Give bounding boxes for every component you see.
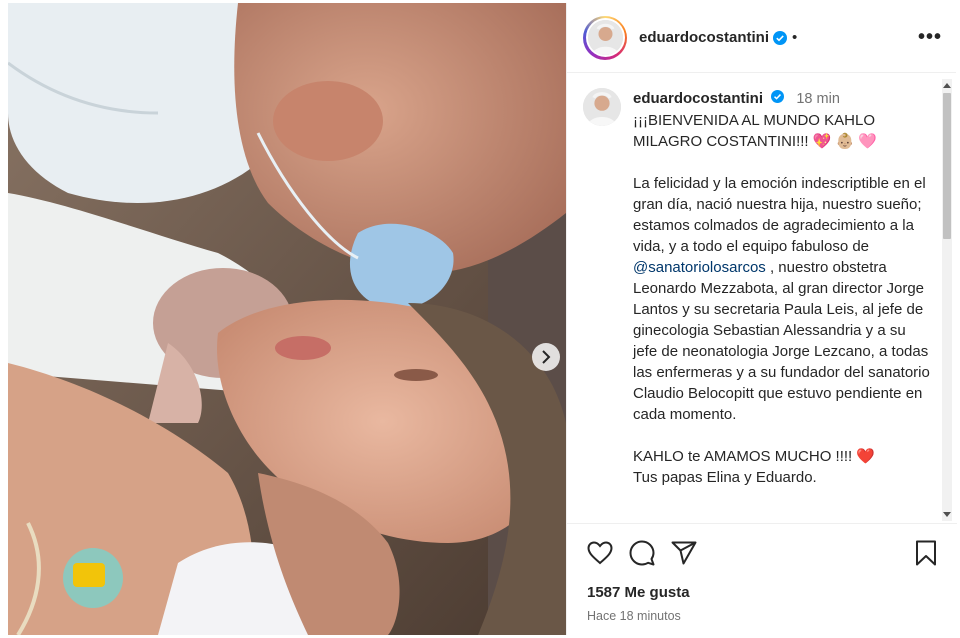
comment-button[interactable]: [627, 540, 657, 570]
separator-dot: •: [792, 29, 798, 46]
post-details-panel: eduardocostantini • ••• eduardocostantin…: [566, 3, 957, 635]
caption-signature: Tus papas Elina y Eduardo.: [633, 469, 817, 486]
caption-body-text: La felicidad y la emoción indescriptible…: [633, 175, 926, 255]
post-author-username[interactable]: eduardocostantini: [639, 29, 769, 46]
post-photo[interactable]: [8, 3, 566, 635]
caption-body: La felicidad y la emoción indescriptible…: [633, 173, 933, 425]
story-ring[interactable]: [583, 15, 627, 60]
verified-badge-icon: [771, 90, 785, 103]
scroll-down-arrow-icon[interactable]: [942, 509, 952, 521]
avatar: [587, 20, 623, 55]
action-icons: [567, 524, 957, 570]
post-actions: 1587 Me gusta Hace 18 minutos: [567, 523, 957, 635]
heart-icon: [587, 540, 613, 570]
photo-illustration: [8, 3, 566, 635]
like-button[interactable]: [585, 540, 615, 570]
caption-avatar[interactable]: [583, 88, 621, 126]
caption-closing-line: KAHLO te AMAMOS MUCHO !!!! ❤️: [633, 448, 876, 465]
bookmark-icon: [915, 540, 937, 571]
likes-count[interactable]: 1587 Me gusta: [567, 570, 957, 601]
caption-text: eduardocostantini 18 min ¡¡¡BIENVENIDA A…: [633, 88, 933, 488]
save-button[interactable]: [911, 540, 941, 570]
carousel-next-button[interactable]: [532, 343, 560, 371]
caption-headline: ¡¡¡BIENVENIDA AL MUNDO KAHLO MILAGRO COS…: [633, 112, 878, 150]
post-header: eduardocostantini • •••: [567, 3, 956, 73]
caption-scroll-area[interactable]: eduardocostantini 18 min ¡¡¡BIENVENIDA A…: [567, 74, 955, 521]
caption-scrollbar[interactable]: [942, 79, 952, 521]
paper-plane-icon: [671, 541, 697, 570]
caption-time[interactable]: 18 min: [796, 91, 840, 107]
verified-badge-icon: [773, 30, 788, 45]
share-button[interactable]: [669, 540, 699, 570]
caption-body-text-continued: , nuestro obstetra Leonardo Mezzabota, a…: [633, 259, 930, 423]
caption: eduardocostantini 18 min ¡¡¡BIENVENIDA A…: [567, 74, 955, 488]
caption-username[interactable]: eduardocostantini: [633, 90, 763, 107]
more-options-button[interactable]: •••: [918, 26, 942, 49]
scroll-up-arrow-icon[interactable]: [942, 79, 952, 91]
mention-link[interactable]: @sanatoriolosarcos: [633, 259, 766, 276]
comment-icon: [629, 540, 655, 571]
chevron-right-icon: [540, 350, 552, 364]
scrollbar-thumb[interactable]: [943, 93, 951, 239]
post-timestamp[interactable]: Hace 18 minutos: [567, 601, 957, 623]
